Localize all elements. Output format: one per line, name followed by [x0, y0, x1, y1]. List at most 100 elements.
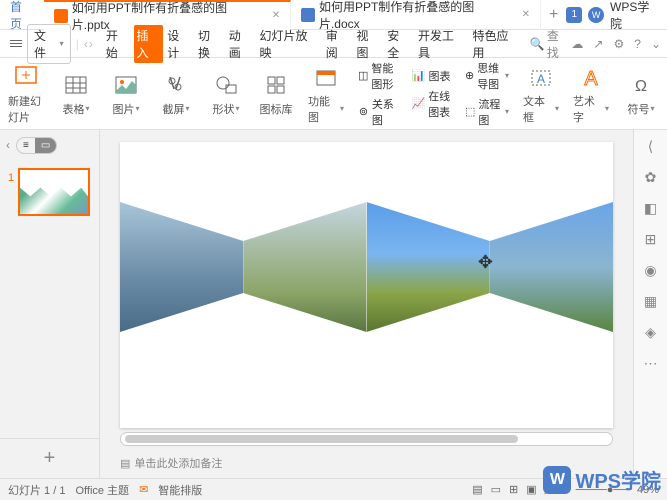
reading-view-icon[interactable]: ▣: [526, 483, 536, 496]
wps-logo-icon[interactable]: W: [588, 7, 604, 23]
new-slide-button[interactable]: 新建幻灯片: [8, 63, 44, 125]
help-icon[interactable]: ?: [634, 37, 641, 51]
folded-image-4[interactable]: [490, 202, 613, 332]
relation-button[interactable]: ⊚关系图: [358, 96, 397, 128]
sorter-view-icon[interactable]: ⊞: [509, 483, 518, 496]
new-slide-icon: [12, 63, 40, 91]
settings-icon[interactable]: ⚙: [613, 37, 624, 51]
style-icon[interactable]: ◈: [645, 324, 656, 341]
symbol-button[interactable]: Ω 符号▾: [623, 71, 659, 117]
slide-thumbnail[interactable]: 1: [18, 168, 90, 216]
shape-icon: [212, 71, 240, 99]
file-menu[interactable]: 文件▾: [27, 24, 71, 64]
folded-image-1[interactable]: [120, 202, 243, 332]
menu-start[interactable]: 开始: [103, 25, 133, 63]
menu-insert[interactable]: 插入: [134, 25, 164, 63]
template-icon[interactable]: ◧: [644, 200, 657, 217]
folded-image-2[interactable]: [243, 202, 366, 332]
smart-layout[interactable]: 智能排版: [158, 482, 202, 498]
menu-transition[interactable]: 切换: [195, 25, 225, 63]
search-box[interactable]: 🔍查找: [530, 27, 571, 61]
notification-badge[interactable]: 1: [566, 7, 582, 23]
arrange-icon[interactable]: ▦: [644, 293, 657, 310]
picture-button[interactable]: 图片▾: [108, 71, 144, 117]
onlinechart-icon: 📈: [411, 97, 425, 111]
horizontal-scrollbar[interactable]: [120, 432, 613, 446]
menu-slideshow[interactable]: 幻灯片放映: [256, 25, 321, 63]
menu-animation[interactable]: 动画: [226, 25, 256, 63]
share-icon[interactable]: ↗: [593, 37, 603, 51]
normal-view-icon[interactable]: ▭: [491, 483, 501, 496]
flowchart-button[interactable]: ⬚流程图▾: [465, 96, 509, 128]
ribbon-toolbar: 新建幻灯片 表格▾ 图片▾ 截屏▾ 形状▾ 图标库 功能图▾ ◫智能图形 ⊚关系…: [0, 58, 667, 130]
tool-icon[interactable]: ⊞: [645, 231, 657, 248]
menu-design[interactable]: 设计: [164, 25, 194, 63]
feature-button[interactable]: 功能图▾: [308, 63, 344, 125]
theme-name: Office 主题: [75, 482, 129, 498]
right-sidebar: ⟨ ✿ ◧ ⊞ ◉ ▦ ◈ ⋯: [633, 130, 667, 478]
smartshape-button[interactable]: ◫智能图形: [358, 60, 397, 92]
folded-image-3[interactable]: [367, 202, 490, 332]
menu-bar: 文件▾ | ‹ › 开始 插入 设计 切换 动画 幻灯片放映 审阅 视图 安全 …: [0, 30, 667, 58]
chevron-down-icon[interactable]: ⌄: [651, 37, 661, 51]
gear-icon[interactable]: ✿: [645, 169, 657, 186]
svg-text:Ω: Ω: [635, 78, 647, 95]
notes-placeholder: 单击此处添加备注: [134, 455, 222, 471]
wps-watermark-icon: W: [543, 466, 571, 494]
watermark: W WPS学院: [543, 465, 661, 494]
view-toggle[interactable]: ≡▭: [16, 137, 57, 154]
iconlib-icon: [262, 71, 290, 99]
relation-icon: ⊚: [358, 105, 369, 119]
notes-icon: ▤: [120, 457, 130, 470]
academy-label: WPS学院: [610, 0, 661, 32]
notes-view-icon[interactable]: ▤: [472, 483, 482, 496]
flowchart-icon: ⬚: [465, 105, 475, 119]
slide-number: 1: [8, 172, 14, 184]
workspace: ‹ ≡▭ 1 + ✥ ▤ 单击此处添加备注 ⟨ ✿: [0, 130, 667, 478]
feature-icon: [312, 63, 340, 91]
mindmap-button[interactable]: ⊕思维导图▾: [465, 60, 509, 92]
panel-toolbar: ‹ ≡▭: [0, 130, 99, 160]
wordart-button[interactable]: A 艺术字▾: [573, 63, 609, 125]
table-button[interactable]: 表格▾: [58, 71, 94, 117]
textbox-icon: A: [527, 63, 555, 91]
chart-icon: 📊: [411, 69, 425, 83]
mail-icon[interactable]: ✉: [139, 483, 148, 496]
close-icon[interactable]: ✕: [272, 10, 280, 21]
chart-button[interactable]: 📊图表: [411, 68, 450, 84]
cloud-icon[interactable]: ☁: [571, 37, 583, 51]
mindmap-icon: ⊕: [465, 69, 474, 83]
onlinechart-button[interactable]: 📈在线图表: [411, 88, 450, 120]
slide-canvas[interactable]: ✥: [120, 142, 613, 428]
svg-text:A: A: [584, 68, 598, 90]
svg-text:A: A: [537, 72, 545, 86]
menu-security[interactable]: 安全: [384, 25, 414, 63]
smartshape-icon: ◫: [358, 69, 368, 83]
record-icon[interactable]: ◉: [644, 262, 656, 279]
menu-view[interactable]: 视图: [354, 25, 384, 63]
menu-review[interactable]: 审阅: [323, 25, 353, 63]
back-icon[interactable]: ‹: [6, 138, 10, 152]
textbox-button[interactable]: A 文本框▾: [523, 63, 559, 125]
new-tab-button[interactable]: +: [541, 6, 566, 24]
symbol-icon: Ω: [627, 71, 655, 99]
screenshot-icon: [162, 71, 190, 99]
iconlib-button[interactable]: 图标库: [258, 71, 294, 117]
menu-special[interactable]: 特色应用: [469, 25, 522, 63]
close-icon[interactable]: ✕: [522, 9, 530, 20]
screenshot-button[interactable]: 截屏▾: [158, 71, 194, 117]
caret-right-icon[interactable]: ›: [89, 37, 93, 51]
more-icon[interactable]: ⋯: [644, 355, 658, 372]
notes-bar[interactable]: ▤ 单击此处添加备注: [120, 452, 613, 474]
shape-button[interactable]: 形状▾: [208, 71, 244, 117]
picture-icon: [112, 71, 140, 99]
folded-image-group[interactable]: [120, 202, 613, 332]
add-slide-button[interactable]: +: [0, 438, 99, 478]
menu-devtools[interactable]: 开发工具: [415, 25, 468, 63]
expand-icon[interactable]: ⟨: [648, 138, 653, 155]
hamburger-icon[interactable]: [6, 36, 26, 51]
caret-left-icon[interactable]: ‹: [84, 37, 88, 51]
slide-panel: ‹ ≡▭ 1 +: [0, 130, 100, 478]
ppt-icon: [54, 9, 68, 23]
slide-count: 幻灯片 1 / 1: [8, 482, 65, 498]
